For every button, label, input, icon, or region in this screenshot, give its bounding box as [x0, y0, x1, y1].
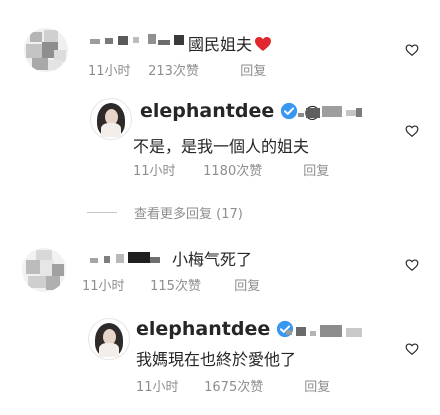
like-heart-icon-4[interactable] — [405, 342, 419, 356]
view-more-replies-link[interactable]: 查看更多回复 (17) — [134, 203, 243, 222]
avatar-blurred-1[interactable] — [24, 28, 68, 72]
comment-4-username[interactable]: elephantdee — [136, 318, 270, 340]
like-heart-icon-3[interactable] — [405, 258, 419, 272]
comment-1-likes[interactable]: 213次赞 — [148, 60, 236, 79]
like-heart-icon-1[interactable] — [405, 43, 419, 57]
comment-1-text: 國民姐夫 — [188, 31, 272, 55]
avatar-blurred-2[interactable] — [22, 248, 66, 292]
avatar-elephantdee-1[interactable] — [90, 98, 132, 140]
comment-3-text: 小梅气死了 — [172, 250, 253, 269]
red-heart-emoji — [255, 37, 272, 51]
comment-4-likes[interactable]: 1675次赞 — [204, 376, 300, 395]
comment-4-header: elephantdee — [136, 318, 294, 340]
comment-1-time: 11小时 — [88, 64, 131, 79]
comment-1-meta: 11小时 213次赞 回复 — [88, 60, 266, 79]
comment-2-header: elephantdee@ — [140, 100, 320, 122]
comment-2-username[interactable]: elephantdee — [140, 100, 274, 122]
comment-4-time: 11小时 — [136, 380, 179, 395]
comment-3-reply-button[interactable]: 回复 — [234, 275, 260, 294]
comment-3-meta: 11小时 115次赞 回复 — [82, 275, 260, 294]
avatar-elephantdee-2[interactable] — [88, 318, 130, 360]
like-heart-icon-2[interactable] — [405, 124, 419, 138]
comment-3-likes[interactable]: 115次赞 — [150, 275, 230, 294]
comment-2-meta: 11小时 1180次赞 回复 — [133, 160, 329, 179]
verified-badge-icon-2 — [277, 320, 294, 338]
comment-3-time: 11小时 — [82, 279, 125, 294]
comment-2-reply-button[interactable]: 回复 — [303, 160, 329, 179]
comment-1-text-body: 國民姐夫 — [188, 35, 253, 54]
comment-2-time: 11小时 — [133, 164, 176, 179]
comment-1-reply-button[interactable]: 回复 — [240, 60, 266, 79]
comment-2-likes[interactable]: 1180次赞 — [203, 160, 299, 179]
comment-4-reply-button[interactable]: 回复 — [304, 376, 330, 395]
view-more-divider — [87, 212, 117, 213]
comment-4-text: 我媽現在也終於愛他了 — [136, 350, 297, 369]
verified-badge-icon-1 — [281, 102, 298, 120]
comment-4-meta: 11小时 1675次赞 回复 — [136, 376, 330, 395]
comment-2-text: 不是，是我一個人的姐夫 — [133, 137, 310, 156]
